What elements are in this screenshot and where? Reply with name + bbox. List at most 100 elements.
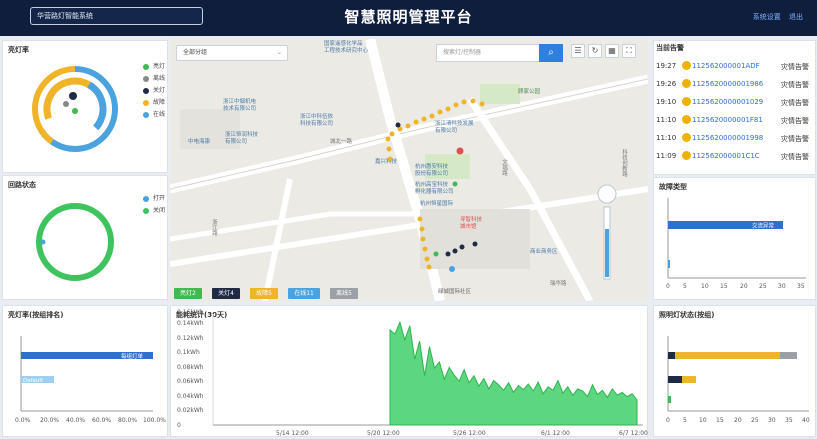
top-bar: 华营路灯智能系统 智慧照明管理平台 系统设置 退出 bbox=[0, 0, 817, 36]
rate-rank-panel: 亮灯率(按组排名) 每组灯单 Default 0.0% 20.0% 40.0% … bbox=[2, 305, 168, 437]
marker-offline bbox=[63, 101, 69, 107]
svg-text:10: 10 bbox=[699, 417, 707, 424]
svg-text:0.12kWh: 0.12kWh bbox=[177, 335, 204, 342]
x-axis-ticks: 0 5 10 15 20 25 30 35 40 bbox=[666, 417, 810, 424]
energy-chart: 0 0.02kWh 0.04kWh 0.06kWh 0.08kWh 0.1kWh… bbox=[177, 309, 648, 437]
legend-item: 亮灯 bbox=[143, 61, 165, 73]
fault-type-panel: 故障类型 交流异常 0 5 10 15 20 25 30 35 bbox=[653, 177, 816, 300]
svg-text:30: 30 bbox=[768, 417, 776, 424]
lamp-markers bbox=[385, 98, 617, 280]
svg-text:60.0%: 60.0% bbox=[92, 417, 111, 424]
stat-online-badge[interactable]: 在线11 bbox=[288, 288, 320, 299]
bar-label: Default bbox=[23, 378, 44, 384]
stat-off-badge[interactable]: 关灯4 bbox=[212, 288, 240, 299]
bar-other bbox=[668, 260, 670, 268]
bar-seg-online bbox=[668, 396, 671, 403]
search-icon[interactable]: ⌕ bbox=[539, 44, 563, 62]
bar-seg-fault bbox=[682, 376, 696, 383]
grid-icon[interactable]: ▦ bbox=[605, 44, 619, 58]
stat-fault-badge[interactable]: 故障5 bbox=[250, 288, 278, 299]
svg-text:30: 30 bbox=[778, 283, 786, 290]
alarm-row[interactable]: 11:09 112562000001C1C 灾情告警 bbox=[654, 149, 817, 165]
svg-text:35: 35 bbox=[785, 417, 793, 424]
energy-panel: 能耗统计(30天) 0 0.02kWh 0.04kWh 0.06kWh 0.08… bbox=[170, 305, 648, 437]
svg-text:15: 15 bbox=[720, 283, 728, 290]
settings-link[interactable]: 系统设置 bbox=[753, 13, 781, 21]
refresh-icon[interactable]: ↻ bbox=[588, 44, 602, 58]
alarm-row[interactable]: 11:10 1125620000001F81 灾情告警 bbox=[654, 113, 817, 129]
svg-text:0.14kWh: 0.14kWh bbox=[177, 320, 204, 327]
x-axis-ticks: 5/14 12:00 5/20 12:00 5/26 12:00 6/1 12:… bbox=[276, 430, 648, 437]
stat-on-badge[interactable]: 亮灯2 bbox=[174, 288, 202, 299]
loop-legend: 打开 关闭 bbox=[143, 193, 165, 217]
energy-area bbox=[389, 320, 638, 426]
fullscreen-icon[interactable]: ⛶ bbox=[622, 44, 636, 58]
svg-text:0.02kWh: 0.02kWh bbox=[177, 407, 204, 414]
fault-type-chart: 交流异常 0 5 10 15 20 25 30 35 bbox=[666, 198, 806, 290]
bar-label: 交流异常 bbox=[752, 222, 775, 230]
marker-open bbox=[40, 239, 46, 245]
on-rate-panel: 亮灯率 亮灯 离线 关灯 故障 在线 bbox=[2, 40, 168, 173]
svg-text:5/14 12:00: 5/14 12:00 bbox=[276, 430, 309, 437]
legend-item: 关灯 bbox=[143, 85, 165, 97]
svg-text:25: 25 bbox=[751, 417, 759, 424]
svg-text:0.08kWh: 0.08kWh bbox=[177, 364, 204, 371]
bar-seg-off bbox=[668, 376, 682, 383]
marker-on bbox=[72, 108, 78, 114]
light-status-chart: 0 5 10 15 20 25 30 35 40 bbox=[666, 336, 810, 424]
current-alarms-panel: 当前告警 19:27 112562000001ADF 灾情告警 19:26 11256… bbox=[653, 40, 816, 175]
on-rate-legend: 亮灯 离线 关灯 故障 在线 bbox=[143, 61, 165, 121]
alarm-row[interactable]: 19:10 1125620000001029 灾情告警 bbox=[654, 95, 817, 111]
svg-text:0: 0 bbox=[666, 417, 670, 424]
legend-item: 离线 bbox=[143, 73, 165, 85]
legend-item: 在线 bbox=[143, 109, 165, 121]
map-view[interactable]: 国家遥感化学品 工程技术研究中心 浙江中烟机电 技术有限公司 中电海康 浙江恒润科技… bbox=[170, 39, 648, 301]
stat-offline-badge[interactable]: 离线5 bbox=[330, 288, 358, 299]
svg-text:0.16kWh: 0.16kWh bbox=[177, 309, 204, 316]
lamp-search-input[interactable]: 搜索灯/控制器 bbox=[436, 44, 540, 62]
svg-text:0.06kWh: 0.06kWh bbox=[177, 378, 204, 385]
bar-seg-off bbox=[668, 352, 675, 359]
alarm-row[interactable]: 19:26 1125620000001986 灾情告警 bbox=[654, 77, 817, 93]
svg-text:5: 5 bbox=[683, 283, 687, 290]
svg-text:0.04kWh: 0.04kWh bbox=[177, 393, 204, 400]
svg-text:6/1 12:00: 6/1 12:00 bbox=[541, 430, 570, 437]
y-axis-ticks: 0 0.02kWh 0.04kWh 0.06kWh 0.08kWh 0.1kWh… bbox=[177, 309, 204, 429]
svg-text:20.0%: 20.0% bbox=[40, 417, 59, 424]
logout-link[interactable]: 退出 bbox=[789, 13, 803, 21]
svg-text:10: 10 bbox=[701, 283, 709, 290]
svg-text:0: 0 bbox=[177, 422, 181, 429]
rate-rank-chart: 每组灯单 Default 0.0% 20.0% 40.0% 60.0% 80.0… bbox=[15, 336, 166, 424]
light-status-panel: 照明灯状态(按组) 0 5 10 15 20 25 30 35 40 bbox=[653, 305, 816, 437]
svg-text:6/7 12:00: 6/7 12:00 bbox=[619, 430, 648, 437]
svg-text:20: 20 bbox=[734, 417, 742, 424]
svg-text:15: 15 bbox=[716, 417, 724, 424]
x-axis-ticks: 0.0% 20.0% 40.0% 60.0% 80.0% 100.0% bbox=[15, 417, 166, 424]
header-links: 系统设置 退出 bbox=[747, 12, 803, 22]
svg-text:20: 20 bbox=[740, 283, 748, 290]
chevron-down-icon: ⌄ bbox=[276, 49, 282, 56]
legend-item: 关闭 bbox=[143, 205, 165, 217]
panel-title: 当前告警 bbox=[656, 44, 684, 52]
svg-text:80.0%: 80.0% bbox=[118, 417, 137, 424]
loop-status-panel: 回路状态 打开 关闭 bbox=[2, 175, 168, 300]
group-select[interactable]: 全部分组 ⌄ bbox=[176, 45, 288, 61]
status-counts: 亮灯2 关灯4 故障5 在线11 离线5 bbox=[174, 288, 366, 300]
ring-closed bbox=[36, 203, 114, 281]
svg-text:0.0%: 0.0% bbox=[15, 417, 31, 424]
svg-text:0.1kWh: 0.1kWh bbox=[177, 349, 200, 356]
alarm-row[interactable]: 19:27 112562000001ADF 灾情告警 bbox=[654, 59, 817, 75]
svg-text:5/26 12:00: 5/26 12:00 bbox=[453, 430, 486, 437]
list-icon[interactable]: ☰ bbox=[571, 44, 585, 58]
marker-off bbox=[69, 92, 77, 100]
bar-label: 每组灯单 bbox=[121, 352, 144, 360]
legend-item: 故障 bbox=[143, 97, 165, 109]
svg-text:5: 5 bbox=[683, 417, 687, 424]
svg-text:35: 35 bbox=[797, 283, 805, 290]
alarm-row[interactable]: 11:10 1125620000001998 灾情告警 bbox=[654, 131, 817, 147]
svg-text:40: 40 bbox=[802, 417, 810, 424]
x-axis-ticks: 0 5 10 15 20 25 30 35 bbox=[666, 283, 805, 290]
bar-seg-offline bbox=[780, 352, 797, 359]
svg-text:0: 0 bbox=[666, 283, 670, 290]
page-title: 智慧照明管理平台 bbox=[344, 8, 473, 26]
